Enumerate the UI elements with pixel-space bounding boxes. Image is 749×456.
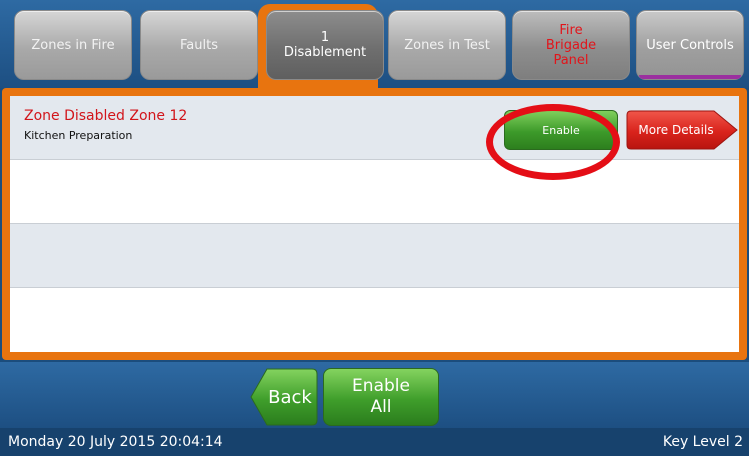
tab-label-line1: Fire <box>559 22 583 38</box>
list-item <box>10 288 739 352</box>
tab-zones-in-test[interactable]: Zones in Test <box>388 10 506 80</box>
enable-button[interactable]: Enable <box>504 110 618 150</box>
status-datetime: Monday 20 July 2015 20:04:14 <box>8 434 223 450</box>
tab-zones-in-fire[interactable]: Zones in Fire <box>14 10 132 80</box>
zone-description: Kitchen Preparation <box>24 129 133 142</box>
zone-title: Zone Disabled Zone 12 <box>24 108 188 124</box>
enable-all-label-line2: All <box>370 397 392 417</box>
tab-label: Faults <box>180 37 218 53</box>
list-item[interactable]: Zone Disabled Zone 12 Kitchen Preparatio… <box>10 96 739 160</box>
tab-count-badge: 1 <box>320 30 330 45</box>
tab-label-line2: Brigade <box>545 37 597 53</box>
tab-label: User Controls <box>646 37 734 53</box>
tab-label: Disablement <box>283 45 367 60</box>
enable-all-button[interactable]: Enable All <box>323 368 439 426</box>
list-item <box>10 160 739 224</box>
list-item <box>10 224 739 288</box>
more-details-label: More Details <box>638 123 714 137</box>
tab-fire-brigade-panel[interactable]: Fire Brigade Panel <box>512 10 630 80</box>
enable-all-label-line1: Enable <box>352 376 410 396</box>
more-details-button[interactable]: More Details <box>626 108 739 152</box>
tab-label-line3: Panel <box>553 52 589 68</box>
status-bar: Monday 20 July 2015 20:04:14 Key Level 2 <box>0 428 749 456</box>
back-button[interactable]: Back <box>250 368 318 426</box>
tab-faults[interactable]: Faults <box>140 10 258 80</box>
tab-label: Zones in Test <box>404 37 490 53</box>
tab-user-controls[interactable]: User Controls <box>636 10 744 80</box>
enable-button-label: Enable <box>542 123 580 137</box>
key-level-indicator: Key Level 2 <box>662 434 743 450</box>
back-button-label: Back <box>268 386 312 408</box>
disablement-list: Zone Disabled Zone 12 Kitchen Preparatio… <box>10 96 739 352</box>
tab-disablement[interactable]: 1 Disablement <box>266 10 384 80</box>
tab-label: Zones in Fire <box>31 37 115 53</box>
